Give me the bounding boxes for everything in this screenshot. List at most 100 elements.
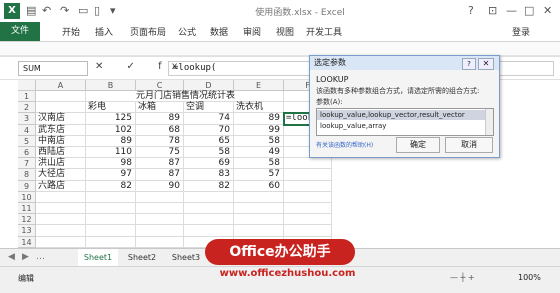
sales-value: 70 [184,124,234,136]
grid-cell[interactable] [86,191,136,203]
tab-review[interactable]: 审阅 [243,25,261,38]
maximize-button[interactable]: □ [524,4,534,17]
grid-cell[interactable] [284,225,332,237]
tab-scroll-left-icon[interactable]: ◀ [8,252,15,262]
help-icon[interactable]: ? [468,4,474,17]
sign-in-link[interactable]: 登录 [512,25,530,38]
sales-value: 68 [136,124,184,136]
row-header[interactable]: 9 [18,180,36,192]
row-header[interactable]: 1 [18,91,36,103]
tab-more-icon[interactable]: … [36,252,45,262]
sheet-title: 元月门店销售情况统计表 [86,91,284,103]
tab-home[interactable]: 开始 [62,25,80,38]
grid-cell[interactable] [284,191,332,203]
arguments-list[interactable]: lookup_value,lookup_vector,result_vector… [316,108,494,136]
tab-scroll-right-icon[interactable]: ▶ [22,252,29,262]
row-header[interactable]: 2 [18,102,36,114]
grid-cell[interactable] [36,102,86,114]
cancel-button[interactable]: 取消 [445,137,493,153]
grid-cell[interactable] [136,225,184,237]
watermark-url: www.officezhushou.com [219,268,356,279]
column-header[interactable]: E [234,80,284,91]
minimize-button[interactable]: — [506,4,517,17]
select-all-corner[interactable] [18,80,36,91]
grid-cell[interactable] [234,203,284,215]
save-icon[interactable]: ▤ [26,4,36,17]
grid-cell[interactable] [136,191,184,203]
row-header[interactable]: 3 [18,113,36,125]
grid-cell[interactable] [184,225,234,237]
grid-cell[interactable] [284,203,332,215]
name-box[interactable]: SUM [18,61,88,76]
row-header[interactable]: 8 [18,169,36,181]
grid-cell[interactable] [234,225,284,237]
column-label: 空调 [184,102,234,114]
quick-print-icon[interactable]: ▭ [78,4,88,17]
tab-developer[interactable]: 开发工具 [306,25,342,38]
sales-value: 57 [234,169,284,181]
grid-cell[interactable] [234,191,284,203]
sheet-tab-3[interactable]: Sheet3 [166,249,206,266]
redo-icon[interactable]: ↷ [60,4,69,17]
sheet-tab-2[interactable]: Sheet2 [122,249,162,266]
row-header[interactable]: 4 [18,124,36,136]
list-scrollbar[interactable] [485,109,493,135]
grid-cell[interactable] [36,91,86,103]
row-header[interactable]: 12 [18,214,36,226]
grid-cell[interactable] [136,236,184,248]
close-button[interactable]: ✕ [543,4,552,17]
grid-cell[interactable] [86,236,136,248]
zoom-slider[interactable]: — ┼ + [450,273,475,282]
grid-cell[interactable] [284,180,332,192]
tab-data[interactable]: 数据 [210,25,228,38]
dialog-help-button[interactable]: ? [462,58,476,70]
zoom-level[interactable]: 100% [518,273,541,282]
column-header[interactable]: D [184,80,234,91]
row-header[interactable]: 6 [18,147,36,159]
column-header[interactable]: B [86,80,136,91]
grid-cell[interactable] [86,225,136,237]
grid-cell[interactable] [284,158,332,170]
grid-cell[interactable] [86,203,136,215]
grid-cell[interactable] [36,203,86,215]
grid-cell[interactable] [184,214,234,226]
column-header[interactable]: C [136,80,184,91]
file-tab[interactable]: 文件 [0,22,40,41]
argument-option[interactable]: lookup_value,lookup_vector,result_vector [317,110,487,120]
row-header[interactable]: 14 [18,236,36,248]
row-header[interactable]: 10 [18,191,36,203]
ribbon-display-icon[interactable]: ⊡ [488,4,497,17]
sales-value: 89 [234,113,284,125]
row-header[interactable]: 11 [18,203,36,215]
argument-option[interactable]: lookup_value,array [317,121,487,131]
tab-formulas[interactable]: 公式 [178,25,196,38]
column-header[interactable]: A [36,80,86,91]
store-name: 洪山店 [36,158,86,170]
customize-toolbar-icon[interactable]: ▾ [110,4,116,17]
grid-cell[interactable] [234,214,284,226]
grid-cell[interactable] [184,191,234,203]
grid-cell[interactable] [284,214,332,226]
function-help-link[interactable]: 有关该函数的帮助(H) [316,140,373,149]
grid-cell[interactable] [136,203,184,215]
grid-cell[interactable] [36,214,86,226]
grid-cell[interactable] [36,225,86,237]
tab-view[interactable]: 视图 [276,25,294,38]
grid-cell[interactable] [136,214,184,226]
tab-page-layout[interactable]: 页面布局 [130,25,166,38]
row-header[interactable]: 7 [18,158,36,170]
row-header[interactable]: 13 [18,225,36,237]
status-mode: 编辑 [18,274,34,283]
row-header[interactable]: 5 [18,135,36,147]
undo-icon[interactable]: ↶ [42,4,51,17]
dialog-close-button[interactable]: ✕ [478,58,494,70]
grid-cell[interactable] [284,169,332,181]
grid-cell[interactable] [36,191,86,203]
dialog-description: 该函数有多种参数组合方式，请选定所需的组合方式: [316,87,480,95]
tab-insert[interactable]: 插入 [95,25,113,38]
grid-cell[interactable] [184,203,234,215]
grid-cell[interactable] [36,236,86,248]
grid-cell[interactable] [86,214,136,226]
ok-button[interactable]: 确定 [396,137,440,153]
quick-preview-icon[interactable]: ▯ [94,4,100,17]
